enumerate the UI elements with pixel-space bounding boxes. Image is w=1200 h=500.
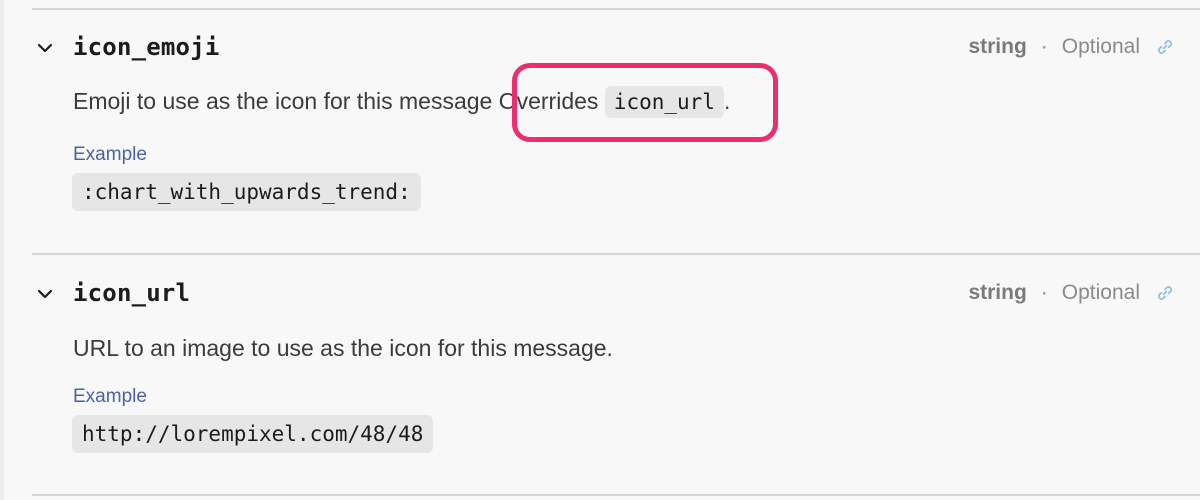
param-name: icon_url — [73, 279, 191, 307]
description-period: . — [723, 88, 731, 114]
param-requirement: Optional — [1061, 281, 1140, 304]
example-label: Example — [73, 386, 147, 407]
link-icon[interactable] — [1156, 38, 1174, 56]
example-label: Example — [73, 144, 147, 165]
left-edge-rule — [0, 0, 4, 500]
param-meta: string · Optional — [968, 33, 1174, 61]
overrides-text: Overrides — [498, 88, 599, 114]
divider-middle — [32, 253, 1200, 255]
param-type: string — [968, 281, 1027, 304]
param-description: URL to an image to use as the icon for t… — [73, 335, 613, 361]
example-code: :chart_with_upwards_trend: — [72, 173, 421, 211]
divider-bottom — [32, 494, 1200, 496]
chevron-down-icon[interactable] — [37, 40, 53, 56]
param-requirement: Optional — [1061, 35, 1140, 58]
divider-top — [32, 8, 1200, 10]
param-description: Emoji to use as the icon for this messag… — [73, 86, 731, 118]
meta-separator: · — [1040, 281, 1048, 304]
example-code: http://lorempixel.com/48/48 — [72, 415, 434, 453]
param-type: string — [968, 35, 1027, 58]
chevron-down-icon[interactable] — [37, 286, 53, 302]
inline-code: icon_url — [604, 86, 724, 118]
highlighted-override-note: Overrides icon_url. — [498, 86, 731, 118]
param-meta: string · Optional — [968, 279, 1174, 307]
param-name: icon_emoji — [73, 33, 220, 61]
meta-separator: · — [1040, 35, 1048, 58]
description-text: Emoji to use as the icon for this messag… — [73, 88, 493, 114]
link-icon[interactable] — [1156, 284, 1174, 302]
api-params-page: icon_emoji string · Optional Emoji to us… — [0, 0, 1200, 500]
